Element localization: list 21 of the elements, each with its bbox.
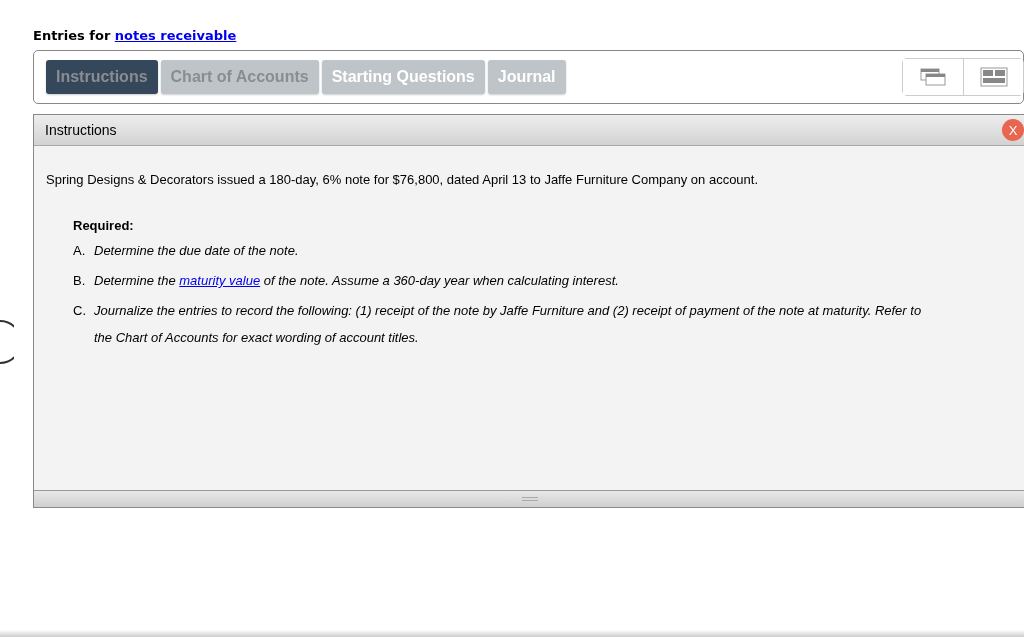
- windows-icon: [920, 68, 946, 86]
- page-title: Entries for: [33, 27, 112, 43]
- tab[interactable]: Journal: [487, 60, 566, 94]
- notes-receivable-link[interactable]: notes receivable: [114, 27, 237, 43]
- required-label: Required:: [73, 218, 135, 233]
- problem-text: Spring Designs & Decorators issued a 180-day, 6% note for $76,800, dated April 13 to Jaffe Furniture Company on account.: [46, 172, 760, 187]
- requirement-text: Journalize the entries to record the following: (1) receipt of the note by Jaffe Furniture and (2) receipt of payment of the note at maturity. Refer to the Chart of Accounts for exact wording of account titles.: [94, 302, 923, 347]
- tab[interactable]: Starting Questions: [321, 60, 485, 94]
- item-marker: C.: [73, 302, 87, 320]
- panel-title: Instructions: [45, 122, 118, 138]
- requirement-text: Determine the maturity value of the note. Assume a 360-day year when calculating interest.: [94, 272, 620, 290]
- grip-icon: [521, 497, 538, 501]
- requirement-text: Determine the due date of the note.: [94, 242, 300, 260]
- item-marker: B.: [73, 272, 87, 290]
- close-button[interactable]: X: [1002, 119, 1024, 141]
- maturity-value-link[interactable]: maturity value: [179, 273, 261, 288]
- tiles-icon: [979, 67, 1008, 87]
- tab[interactable]: Instructions: [46, 60, 158, 94]
- tiles-view-button[interactable]: [963, 59, 1023, 95]
- resize-bar[interactable]: [34, 490, 1024, 507]
- item-marker: A.: [73, 242, 87, 260]
